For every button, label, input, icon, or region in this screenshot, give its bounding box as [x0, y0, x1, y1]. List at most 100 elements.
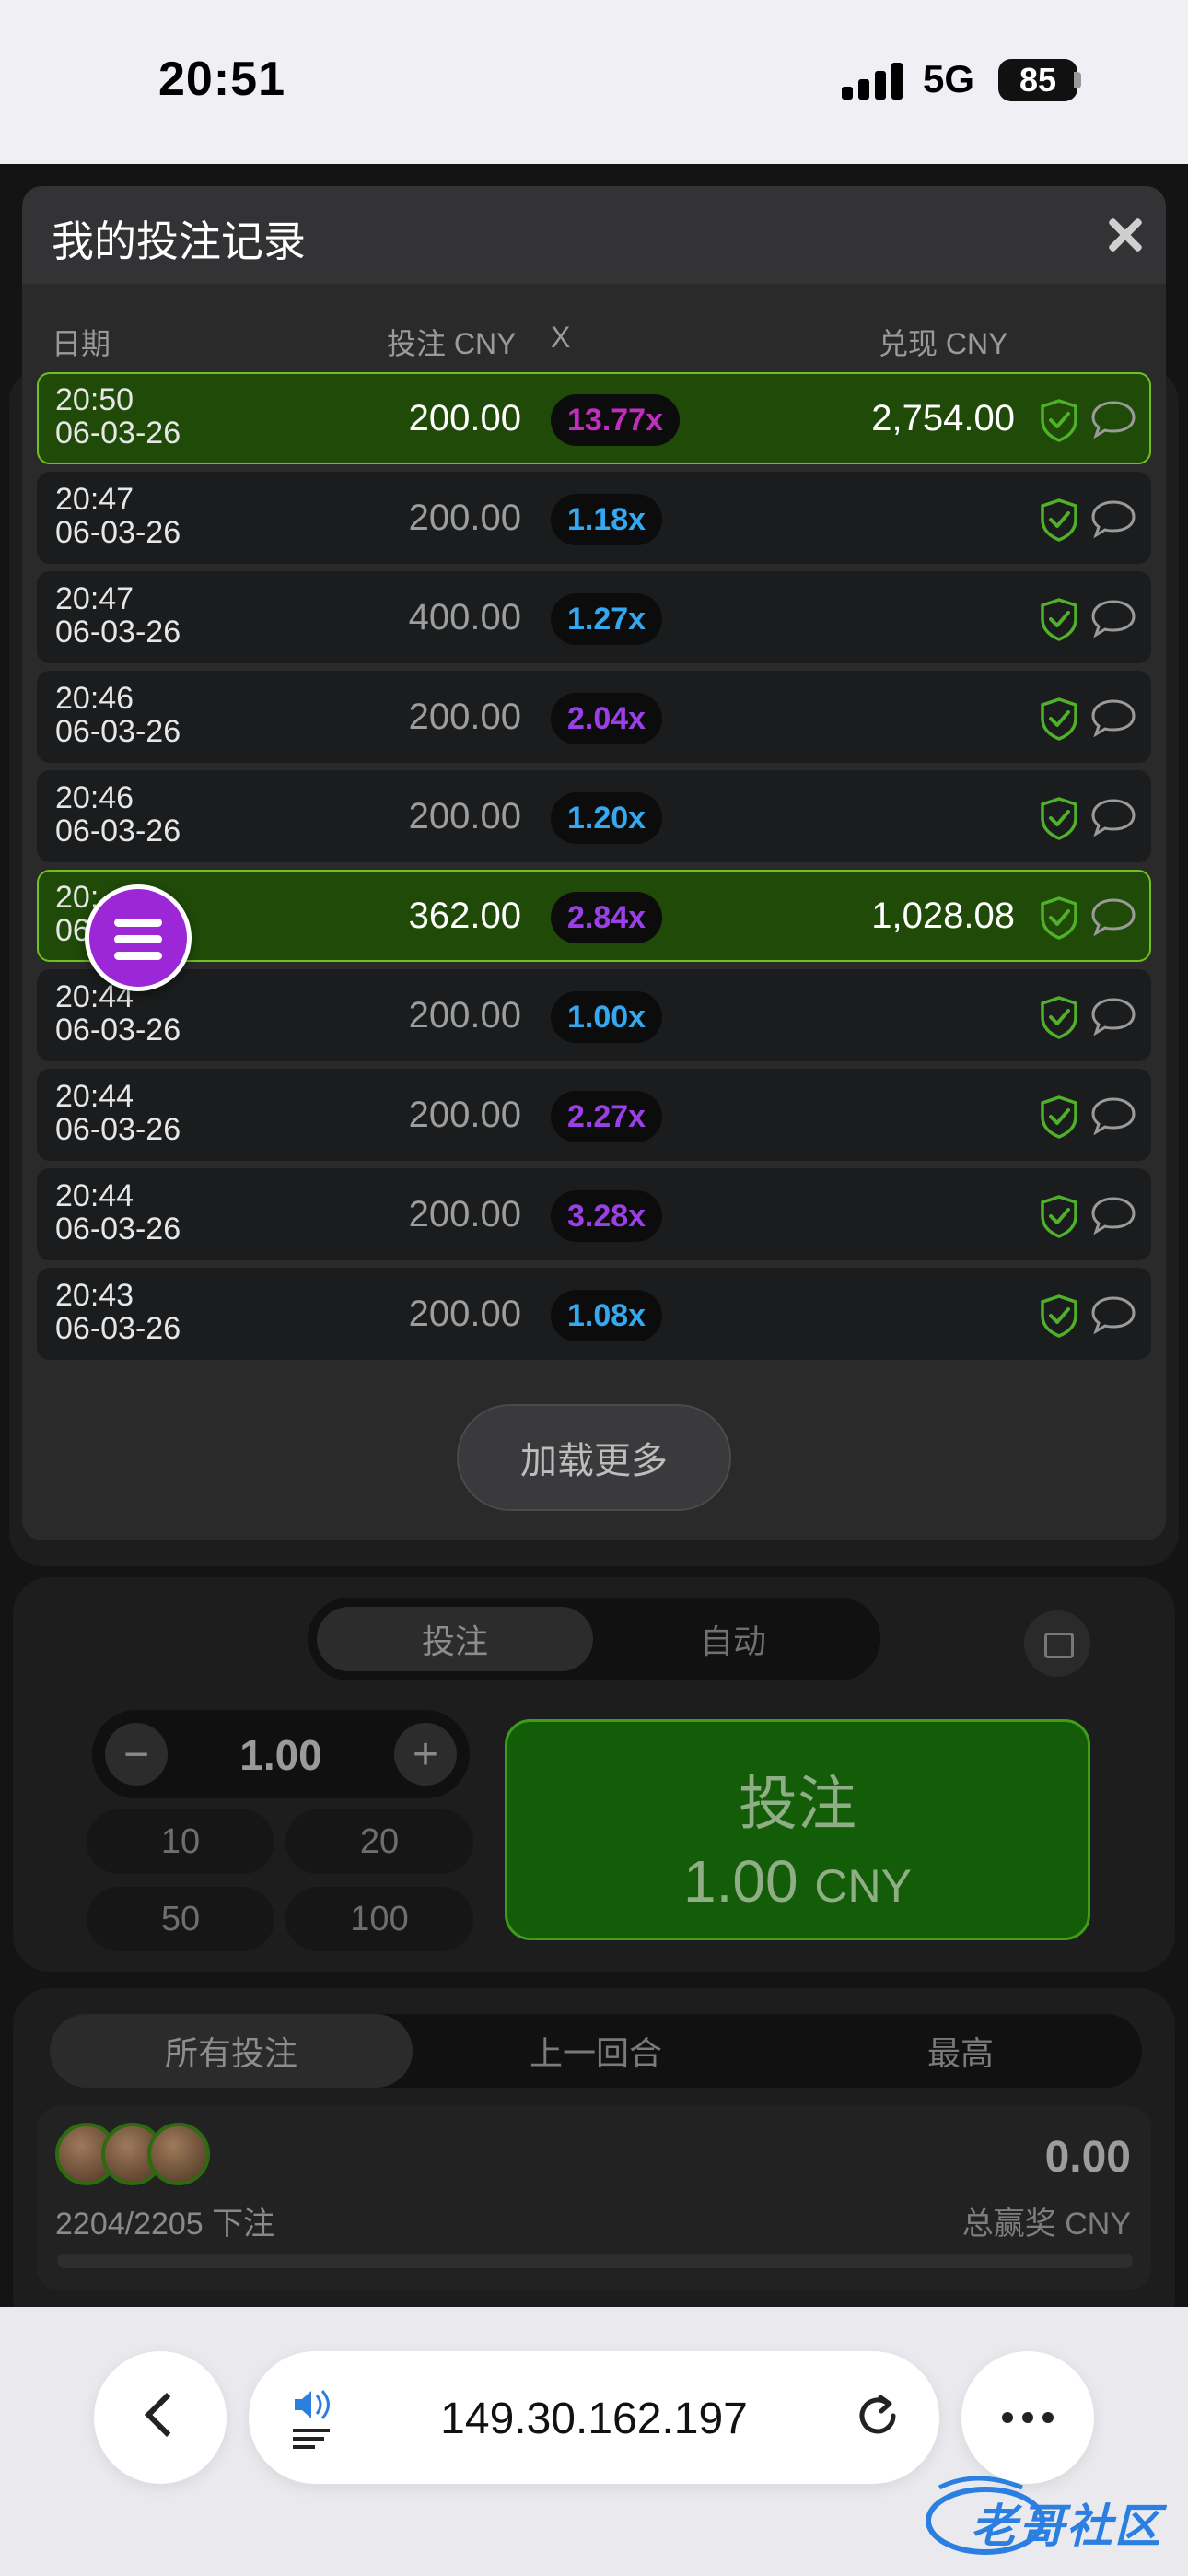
bet-time: 20:47	[55, 482, 134, 517]
multiplier-badge: 1.00x	[551, 991, 663, 1043]
col-multiplier: X	[551, 321, 571, 354]
bets-list-tabs: 所有投注 上一回合 最高	[50, 2014, 1142, 2088]
chat-icon[interactable]	[1090, 1096, 1136, 1136]
bet-amount: 400.00	[408, 597, 521, 638]
chat-icon[interactable]	[1090, 1295, 1136, 1335]
chat-icon[interactable]	[1090, 997, 1136, 1036]
status-bar: 20:51 5G 85	[0, 0, 1188, 164]
bet-amount: 362.00	[408, 896, 521, 936]
table-row[interactable]: 20:44 06-03-26 200.00 3.28x	[37, 1168, 1151, 1260]
shield-icon[interactable]	[1039, 1294, 1079, 1338]
chat-icon[interactable]	[1090, 897, 1136, 937]
total-win-value: 0.00	[1044, 2133, 1131, 2182]
bet-amount-stepper: − 1.00 +	[92, 1710, 470, 1798]
bet-date: 06-03-26	[55, 714, 181, 749]
shield-icon[interactable]	[1039, 597, 1079, 641]
bet-date: 06-03-26	[55, 1311, 181, 1346]
bet-time: 20:47	[55, 581, 134, 616]
increase-button[interactable]: +	[394, 1723, 457, 1786]
table-row[interactable]: 20:46 06-03-26 200.00 2.04x	[37, 671, 1151, 763]
bet-date: 06-03-26	[55, 1212, 181, 1247]
network-type: 5G	[923, 57, 975, 100]
bet-mode-tabs: 投注 自动	[308, 1598, 880, 1680]
bet-date: 06-03-26	[55, 515, 181, 550]
shield-icon[interactable]	[1039, 697, 1079, 741]
table-row[interactable]: 20:46 06-03-26 200.00 1.20x	[37, 770, 1151, 862]
cashout-amount: 2,754.00	[871, 398, 1015, 439]
multiplier-badge: 2.27x	[551, 1091, 663, 1142]
bet-time: 20:43	[55, 1278, 134, 1313]
bets-progress-bar	[57, 2254, 1133, 2268]
bet-date: 06-03-26	[55, 416, 181, 451]
bet-time: 20:44	[55, 1178, 134, 1213]
watermark-text: 老哥社区	[971, 2500, 1162, 2552]
chip-50[interactable]: 50	[87, 1887, 274, 1951]
bet-time: 20:50	[55, 382, 134, 417]
load-more-button[interactable]: 加载更多	[457, 1404, 731, 1511]
table-row[interactable]: 20:50 06-03-26 200.00 13.77x 2,754.00	[37, 372, 1151, 464]
place-bet-amount: 1.00	[683, 1848, 798, 1914]
chat-icon[interactable]	[1090, 1196, 1136, 1235]
table-row[interactable]: 20:43 06-03-26 200.00 1.08x	[37, 1268, 1151, 1360]
chat-icon[interactable]	[1090, 599, 1136, 638]
chat-icon[interactable]	[1090, 499, 1136, 539]
close-icon[interactable]	[1103, 214, 1146, 256]
multiplier-badge: 13.77x	[551, 394, 680, 446]
place-bet-currency: CNY	[814, 1860, 912, 1912]
multiplier-badge: 1.18x	[551, 494, 663, 545]
tab-auto[interactable]: 自动	[595, 1607, 871, 1671]
tab-previous-round[interactable]: 上一回合	[414, 2014, 777, 2088]
col-cashout: 兑现 CNY	[879, 327, 1008, 360]
bet-amount: 200.00	[408, 498, 521, 538]
table-row[interactable]: 20:47 06-03-26 400.00 1.27x	[37, 571, 1151, 663]
bet-amount: 200.00	[408, 1095, 521, 1135]
shield-icon[interactable]	[1039, 896, 1079, 940]
bet-amount: 200.00	[408, 796, 521, 837]
bet-amount: 200.00	[408, 697, 521, 737]
table-row[interactable]: 20:47 06-03-26 200.00 1.18x	[37, 472, 1151, 564]
place-bet-label: 投注	[739, 1771, 856, 1837]
multiplier-badge: 1.08x	[551, 1290, 663, 1341]
shield-icon[interactable]	[1039, 1194, 1079, 1238]
place-bet-button[interactable]: 投注 1.00 CNY	[505, 1719, 1090, 1940]
shield-icon[interactable]	[1039, 498, 1079, 542]
chat-icon[interactable]	[1090, 400, 1136, 439]
battery-cap	[1074, 72, 1081, 88]
total-win-label: 总赢奖 CNY	[961, 2207, 1131, 2242]
back-icon[interactable]	[94, 2351, 227, 2484]
multiplier-badge: 2.04x	[551, 693, 663, 744]
reload-icon[interactable]	[853, 2392, 904, 2443]
more-icon[interactable]	[961, 2351, 1094, 2484]
chip-100[interactable]: 100	[285, 1887, 473, 1951]
bet-history-list: 20:50 06-03-26 200.00 13.77x 2,754.00 20:47 06…	[37, 372, 1151, 1367]
bet-history-modal: 我的投注记录 日期 投注 CNY X 兑现 CNY 20:50 06-03-26 2…	[22, 186, 1166, 1540]
chat-icon[interactable]	[1090, 698, 1136, 738]
table-row[interactable]: 20:44 06-03-26 200.00 2.27x	[37, 1069, 1151, 1161]
menu-icon[interactable]	[85, 884, 192, 991]
minimize-icon[interactable]	[1024, 1610, 1090, 1677]
col-date: 日期	[52, 327, 111, 360]
bet-time: 20:46	[55, 780, 134, 815]
col-bet: 投注 CNY	[387, 327, 517, 360]
multiplier-badge: 1.20x	[551, 792, 663, 844]
shield-icon[interactable]	[1039, 398, 1079, 442]
multiplier-badge: 3.28x	[551, 1190, 663, 1242]
chip-10[interactable]: 10	[87, 1809, 274, 1874]
table-row[interactable]: 20: 06- 362.00 2.84x 1,028.08	[37, 870, 1151, 962]
tab-all-bets[interactable]: 所有投注	[50, 2014, 413, 2088]
bet-date: 06-03-26	[55, 1013, 181, 1048]
cashout-amount: 1,028.08	[871, 896, 1015, 936]
modal-header: 我的投注记录	[22, 186, 1166, 284]
shield-icon[interactable]	[1039, 796, 1079, 840]
bet-date: 06-03-26	[55, 814, 181, 849]
chip-20[interactable]: 20	[285, 1809, 473, 1874]
bet-amount: 200.00	[408, 1294, 521, 1334]
tab-bet[interactable]: 投注	[317, 1607, 593, 1671]
tab-top[interactable]: 最高	[779, 2014, 1142, 2088]
shield-icon[interactable]	[1039, 995, 1079, 1039]
chat-icon[interactable]	[1090, 798, 1136, 837]
shield-icon[interactable]	[1039, 1095, 1079, 1139]
table-row[interactable]: 20:44 06-03-26 200.00 1.00x	[37, 969, 1151, 1061]
address-bar[interactable]: 149.30.162.197	[249, 2351, 939, 2484]
bet-amount: 200.00	[408, 1194, 521, 1235]
